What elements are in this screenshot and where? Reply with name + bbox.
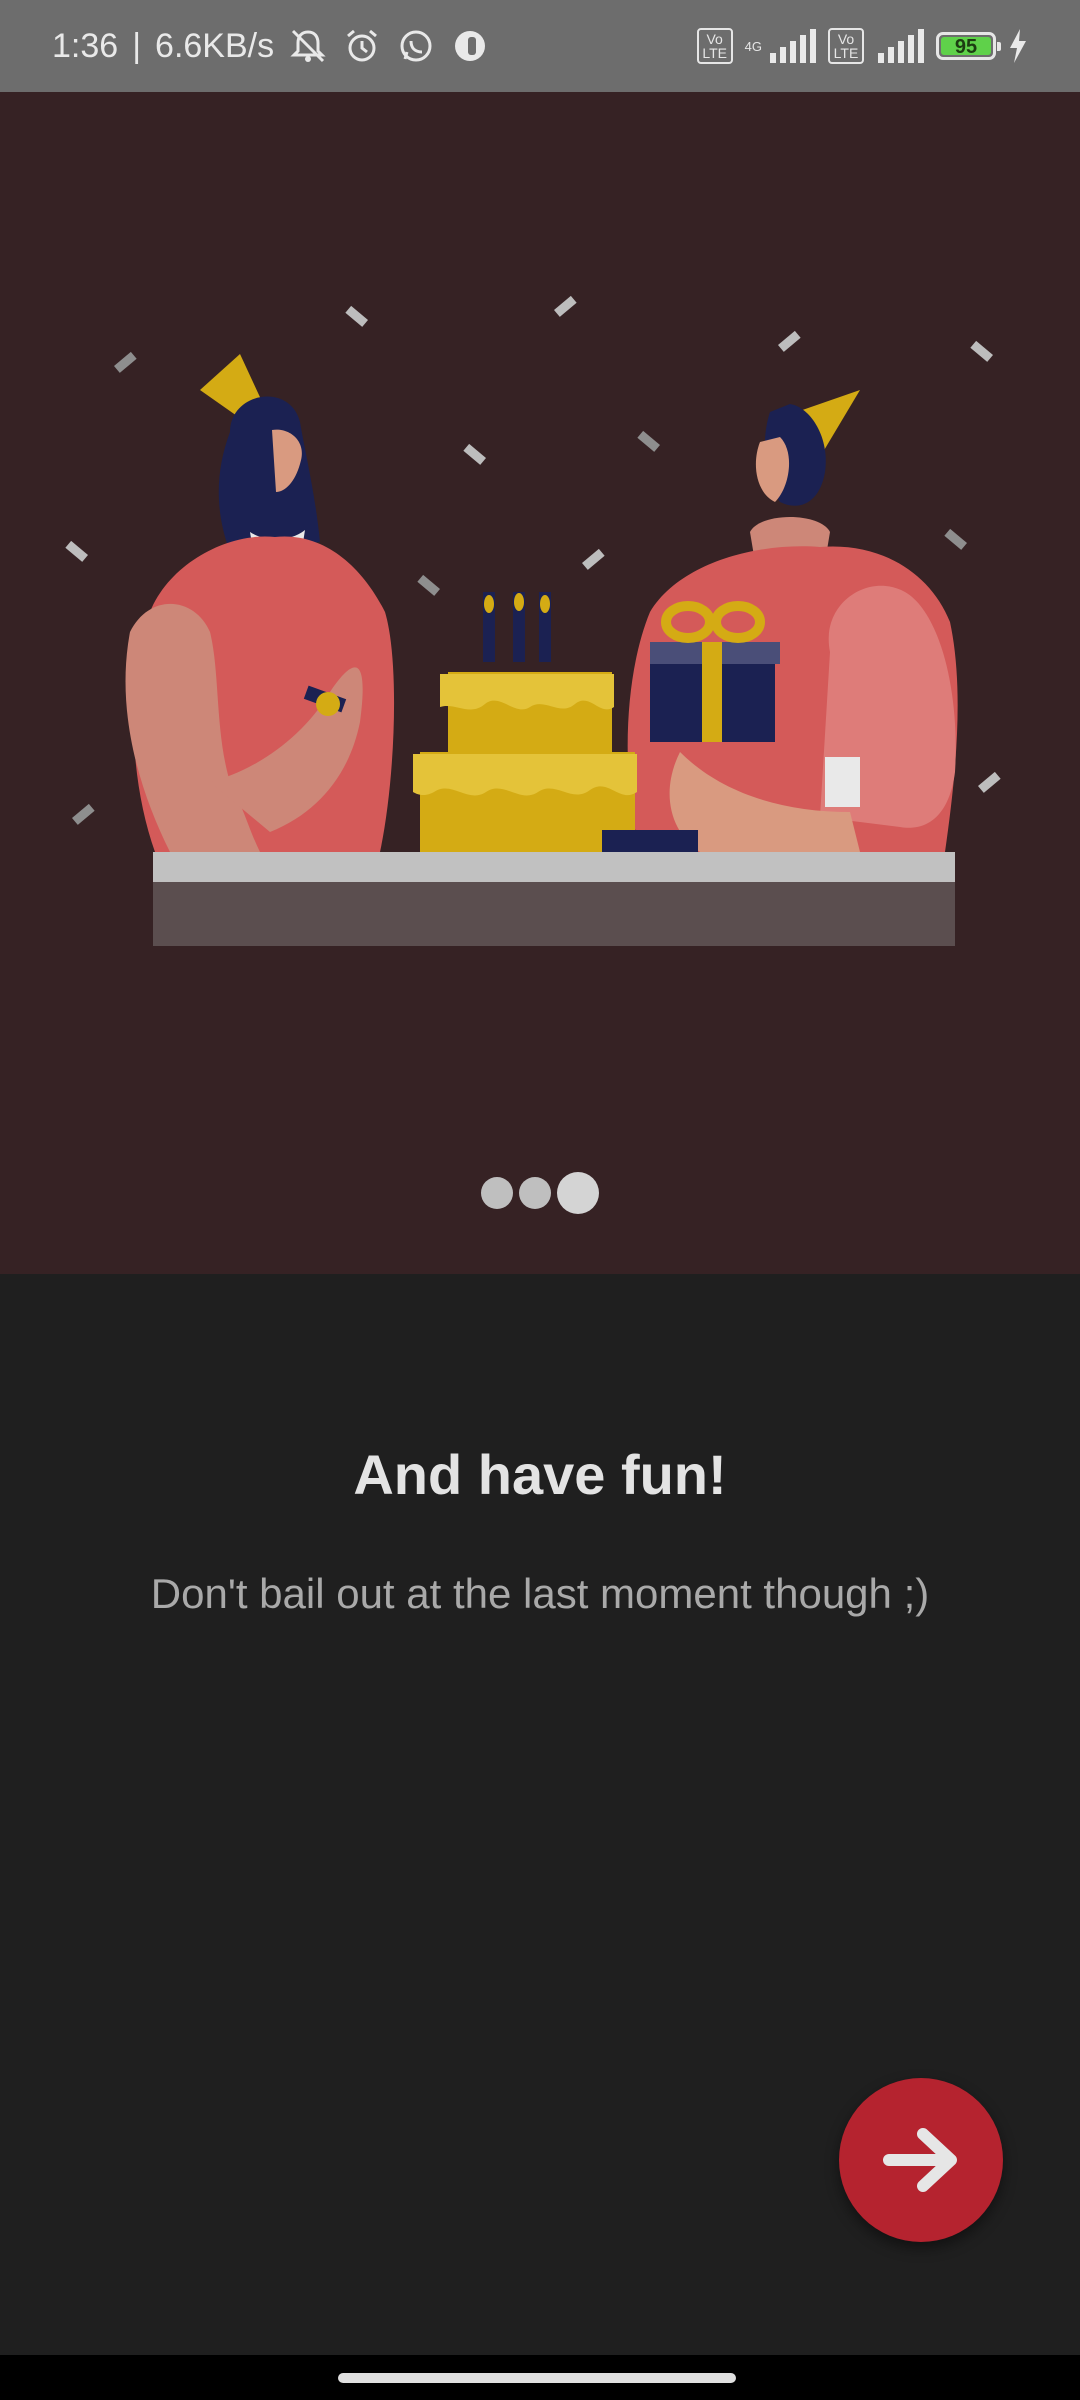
network-type: 4G	[744, 38, 762, 54]
page-dot-1[interactable]	[481, 1177, 513, 1209]
carousel-indicator	[0, 1172, 1080, 1214]
onboarding-hero[interactable]	[0, 92, 1080, 1274]
alarm-icon	[347, 29, 378, 62]
onboarding-subtitle: Don't bail out at the last moment though…	[150, 1570, 930, 1617]
status-time: 1:36	[52, 26, 119, 65]
charging-icon	[1010, 29, 1026, 63]
status-left: 1:36 | 6.6KB/s	[52, 0, 490, 92]
volte-badge-2: Vo LTE	[828, 28, 864, 64]
battery-level: 95	[941, 37, 991, 57]
signal-strength-icon	[770, 29, 816, 63]
page-dot-2[interactable]	[519, 1177, 551, 1209]
table-front	[153, 882, 955, 946]
status-right: Vo LTE 4G Vo LTE 95	[696, 0, 1028, 92]
status-separator: |	[132, 26, 142, 65]
onboarding-title: And have fun!	[353, 1443, 727, 1506]
birthday-party-illustration	[65, 295, 1001, 946]
next-button[interactable]	[839, 2078, 1003, 2242]
mute-icon	[290, 29, 326, 63]
app-icon	[455, 31, 486, 61]
table-top	[153, 852, 955, 882]
battery-icon: 95	[936, 32, 1001, 60]
arrow-right-icon	[883, 2128, 957, 2192]
page-dot-3-active[interactable]	[557, 1172, 599, 1214]
whatsapp-icon	[400, 30, 432, 62]
system-nav-bar	[0, 2355, 1080, 2400]
home-gesture-handle[interactable]	[338, 2373, 736, 2383]
volte-badge-1: Vo LTE	[696, 28, 733, 64]
woman-figure	[125, 354, 395, 852]
signal-strength-icon-2	[878, 29, 924, 63]
man-figure	[627, 390, 958, 852]
status-bar: 1:36 | 6.6KB/s Vo LTE 4G Vo LTE 95	[0, 0, 1080, 92]
network-speed: 6.6KB/s	[155, 26, 275, 65]
